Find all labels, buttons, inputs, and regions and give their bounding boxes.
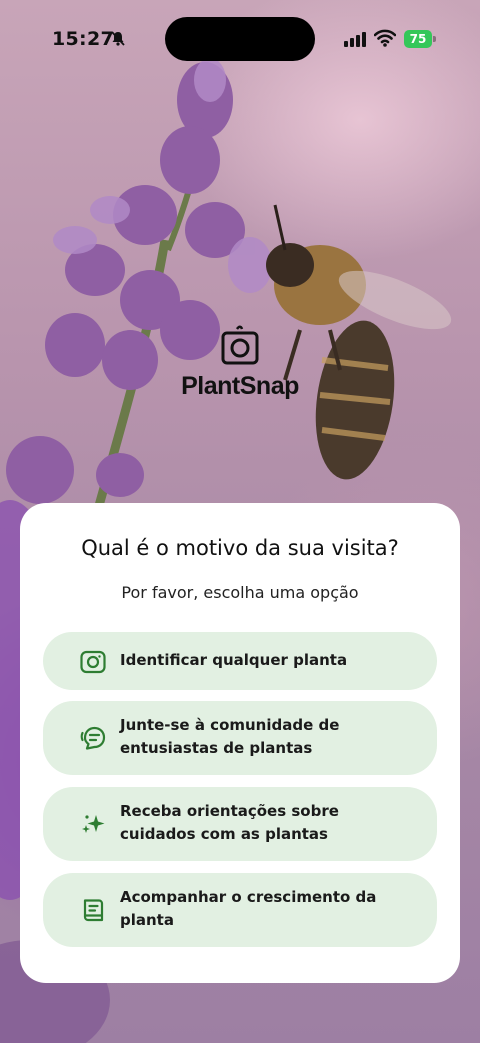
dynamic-island — [165, 17, 315, 61]
option-label: Identificar qualquer planta — [120, 651, 348, 669]
battery-indicator: 75 — [404, 30, 438, 48]
app-name: PlantSnap — [181, 372, 299, 400]
option-join-community[interactable]: Junte-se à comunidade de entusiastas de … — [43, 701, 437, 775]
chat-icon — [80, 726, 106, 750]
option-track-growth[interactable]: Acompanhar o crescimento da planta — [43, 873, 437, 947]
option-label: Acompanhar o crescimento da planta — [120, 888, 377, 929]
camera-logo-icon — [221, 325, 259, 365]
silent-bell-icon — [111, 31, 125, 46]
battery-level: 75 — [404, 30, 432, 48]
status-bar: 15:27 75 — [0, 0, 480, 78]
option-care-guidance[interactable]: Receba orientações sobre cuidados com as… — [43, 787, 437, 861]
app-logo: PlantSnap — [150, 325, 330, 415]
camera-icon — [80, 650, 106, 674]
cellular-signal-icon — [344, 32, 366, 47]
journal-icon — [83, 899, 104, 922]
option-label: Junte-se à comunidade de entusiastas de … — [120, 716, 340, 757]
sparkles-icon — [82, 815, 105, 833]
option-identify-plant[interactable]: Identificar qualquer planta — [43, 632, 437, 690]
wifi-icon — [374, 29, 396, 47]
card-title: Qual é o motivo da sua visita? — [81, 536, 399, 560]
status-time: 15:27 — [52, 28, 114, 50]
option-label: Receba orientações sobre cuidados com as… — [120, 802, 339, 843]
battery-tip — [433, 36, 436, 42]
visit-reason-card: Qual é o motivo da sua visita? Por favor… — [20, 503, 460, 983]
card-subtitle: Por favor, escolha uma opção — [121, 583, 359, 602]
